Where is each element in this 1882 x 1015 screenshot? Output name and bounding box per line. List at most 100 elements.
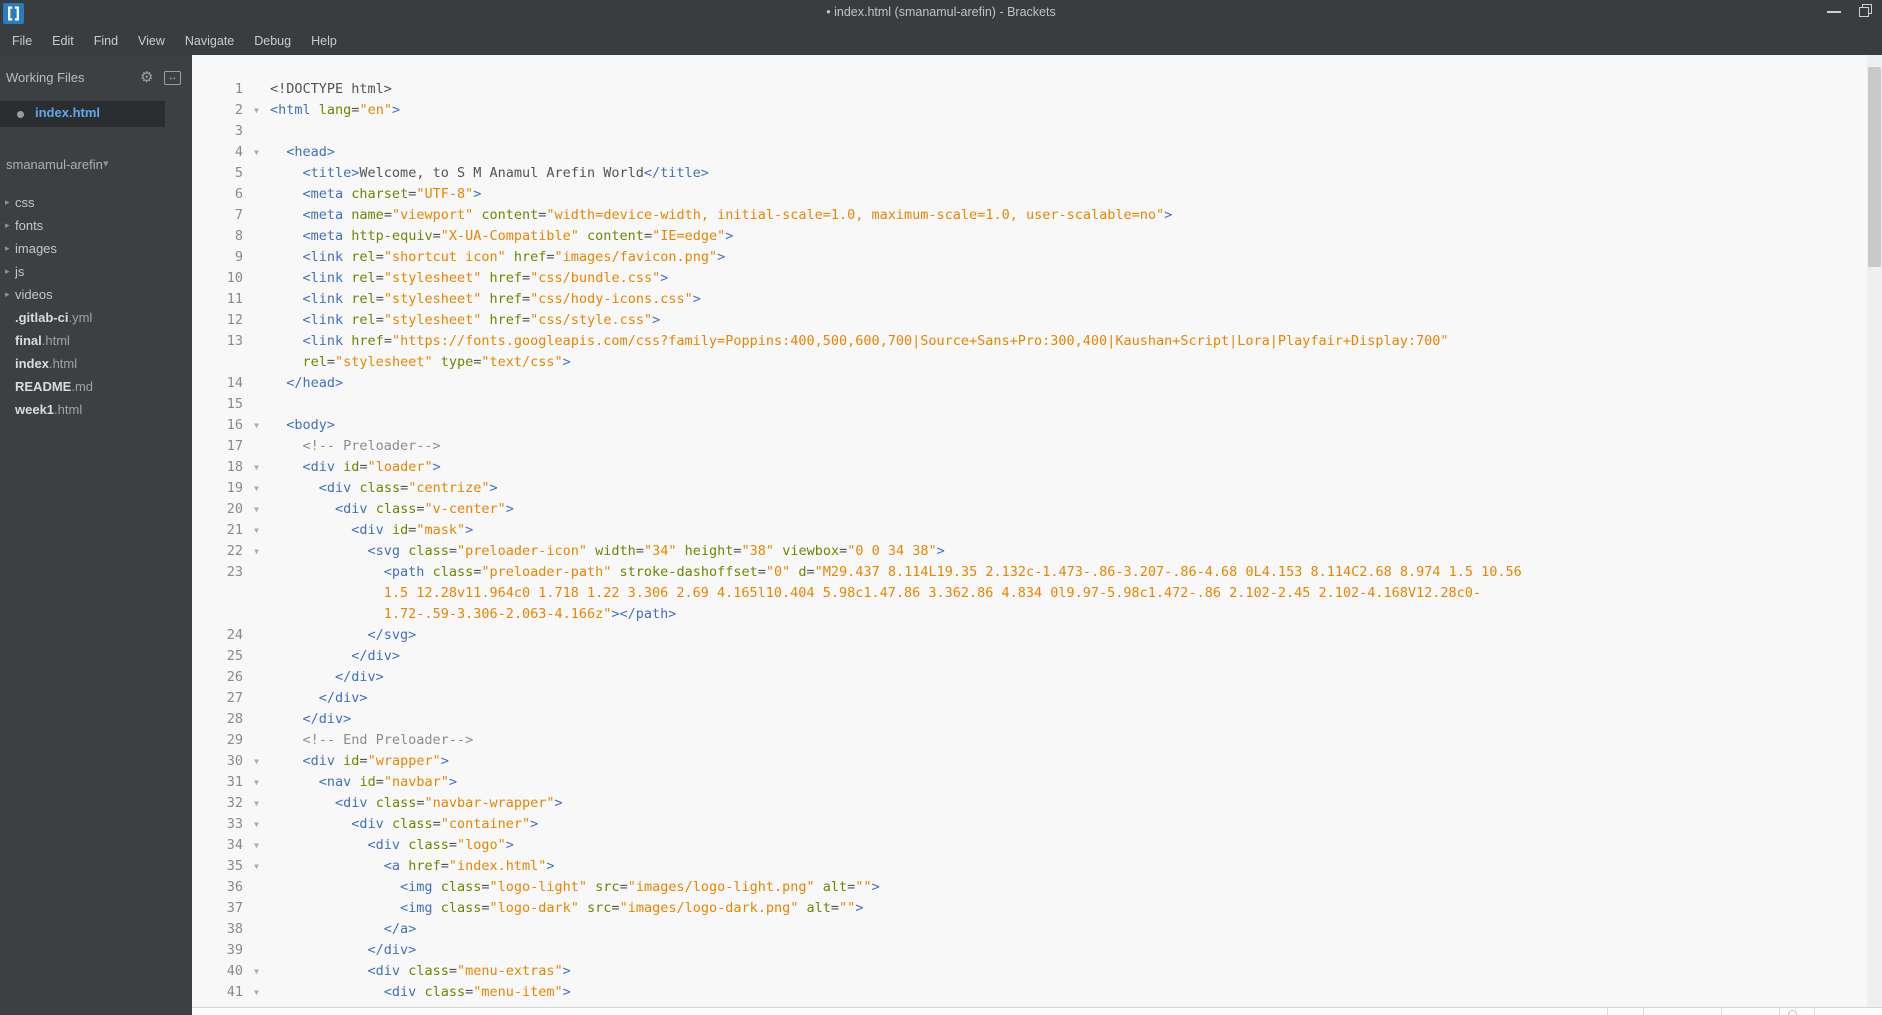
code-line[interactable]: 14 </head> xyxy=(192,373,1882,394)
fold-arrow-icon[interactable]: ▼ xyxy=(243,961,270,982)
tree-file-week1[interactable]: week1.html xyxy=(0,398,192,421)
menu-edit[interactable]: Edit xyxy=(42,28,84,55)
code-line[interactable]: 21 ▼ <div id="mask"> xyxy=(192,520,1882,541)
tree-folder-fonts[interactable]: ▸ fonts xyxy=(0,214,192,237)
fold-arrow-icon[interactable]: ▼ xyxy=(243,499,270,520)
code-line[interactable]: 8 <meta http-equiv="X-UA-Compatible" con… xyxy=(192,226,1882,247)
code-line[interactable]: 1.72-.59-3.306-2.063-4.166z"></path> xyxy=(192,604,1882,625)
code-line[interactable]: 3 xyxy=(192,121,1882,142)
code-line[interactable]: 18 ▼ <div id="loader"> xyxy=(192,457,1882,478)
code-line[interactable]: 29 <!-- End Preloader--> xyxy=(192,730,1882,751)
folder-arrow-icon[interactable]: ▸ xyxy=(5,260,10,283)
code-text: <meta http-equiv="X-UA-Compatible" conte… xyxy=(302,228,734,244)
code-line[interactable]: 17 <!-- Preloader--> xyxy=(192,436,1882,457)
menu-find[interactable]: Find xyxy=(84,28,128,55)
folder-arrow-icon[interactable]: ▸ xyxy=(5,191,10,214)
fold-arrow-icon[interactable]: ▼ xyxy=(243,856,270,877)
code-line[interactable]: 35 ▼ <a href="index.html"> xyxy=(192,856,1882,877)
menu-view[interactable]: View xyxy=(128,28,175,55)
fold-arrow-icon[interactable]: ▼ xyxy=(243,793,270,814)
code-line[interactable]: 4 ▼ <head> xyxy=(192,142,1882,163)
vertical-scrollbar[interactable] xyxy=(1867,55,1882,1007)
tree-folder-css[interactable]: ▸ css xyxy=(0,191,192,214)
code-text: <svg class="preloader-icon" width="34" h… xyxy=(367,543,945,559)
code-line[interactable]: 13 <link href="https://fonts.googleapis.… xyxy=(192,331,1882,352)
restore-button[interactable] xyxy=(1852,0,1880,24)
folder-arrow-icon[interactable]: ▸ xyxy=(5,214,10,237)
fold-arrow-icon[interactable]: ▼ xyxy=(243,142,270,163)
code-line[interactable]: 41 ▼ <div class="menu-item"> xyxy=(192,982,1882,1003)
code-line[interactable]: 20 ▼ <div class="v-center"> xyxy=(192,499,1882,520)
code-line[interactable]: 36 <img class="logo-light" src="images/l… xyxy=(192,877,1882,898)
code-line[interactable]: 15 xyxy=(192,394,1882,415)
code-line[interactable]: 23 <path class="preloader-path" stroke-d… xyxy=(192,562,1882,583)
code-line[interactable]: 32 ▼ <div class="navbar-wrapper"> xyxy=(192,793,1882,814)
tree-file-index[interactable]: index.html xyxy=(0,352,192,375)
fold-arrow-icon[interactable]: ▼ xyxy=(243,100,270,121)
fold-arrow-icon[interactable]: ▼ xyxy=(243,751,270,772)
line-number: 32 xyxy=(226,795,243,811)
code-line[interactable]: 30 ▼ <div id="wrapper"> xyxy=(192,751,1882,772)
folder-arrow-icon[interactable]: ▸ xyxy=(5,237,10,260)
project-dropdown[interactable]: smanamul-arefin ▾ xyxy=(0,155,192,177)
code-line[interactable]: 7 <meta name="viewport" content="width=d… xyxy=(192,205,1882,226)
tree-file-readme[interactable]: README.md xyxy=(0,375,192,398)
minimize-button[interactable] xyxy=(1820,0,1848,24)
code-line[interactable]: 27 </div> xyxy=(192,688,1882,709)
fold-arrow-icon[interactable]: ▼ xyxy=(243,520,270,541)
code-line[interactable]: 22 ▼ <svg class="preloader-icon" width="3… xyxy=(192,541,1882,562)
code-line[interactable]: 12 <link rel="stylesheet" href="css/styl… xyxy=(192,310,1882,331)
project-name: smanamul-arefin xyxy=(6,157,103,172)
code-line[interactable]: 5 <title>Welcome, to S M Anamul Arefin W… xyxy=(192,163,1882,184)
menu-help[interactable]: Help xyxy=(301,28,347,55)
menu-debug[interactable]: Debug xyxy=(244,28,301,55)
menu-file[interactable]: File xyxy=(2,28,42,55)
fold-arrow-icon[interactable]: ▼ xyxy=(243,457,270,478)
gear-icon[interactable]: ⚙ xyxy=(140,68,153,86)
fold-arrow-icon[interactable]: ▼ xyxy=(243,541,270,562)
code-line[interactable]: 38 </a> xyxy=(192,919,1882,940)
tree-file-final[interactable]: final.html xyxy=(0,329,192,352)
split-view-icon[interactable]: ↔ xyxy=(164,71,181,85)
code-line[interactable]: 31 ▼ <nav id="navbar"> xyxy=(192,772,1882,793)
tree-file-gitlab-ci[interactable]: .gitlab-ci.yml xyxy=(0,306,192,329)
code-line[interactable]: 40 ▼ <div class="menu-extras"> xyxy=(192,961,1882,982)
menu-navigate[interactable]: Navigate xyxy=(175,28,244,55)
fold-arrow-icon[interactable]: ▼ xyxy=(243,478,270,499)
gutter: 39 xyxy=(192,940,270,961)
fold-arrow-icon[interactable]: ▼ xyxy=(243,982,270,1003)
code-line[interactable]: 39 </div> xyxy=(192,940,1882,961)
fold-arrow-icon[interactable]: ▼ xyxy=(243,772,270,793)
working-file-index-html[interactable]: index.html xyxy=(0,101,165,127)
code-line[interactable]: 37 <img class="logo-dark" src="images/lo… xyxy=(192,898,1882,919)
code-line[interactable]: 1 <!DOCTYPE html> xyxy=(192,79,1882,100)
code-line[interactable]: 24 </svg> xyxy=(192,625,1882,646)
scrollbar-thumb[interactable] xyxy=(1868,67,1881,267)
code-line[interactable]: 33 ▼ <div class="container"> xyxy=(192,814,1882,835)
fold-arrow-icon[interactable]: ▼ xyxy=(243,814,270,835)
line-number: 40 xyxy=(226,963,243,979)
code-editor[interactable]: 1 <!DOCTYPE html> 2 ▼ <html lang="en"> 3 4 ▼ <h… xyxy=(192,55,1882,1007)
code-line[interactable]: 26 </div> xyxy=(192,667,1882,688)
gutter: 40 ▼ xyxy=(192,961,270,982)
tree-folder-js[interactable]: ▸ js xyxy=(0,260,192,283)
code-line[interactable]: 11 <link rel="stylesheet" href="css/hody… xyxy=(192,289,1882,310)
code-line[interactable]: 1.5 12.28v11.964c0 1.718 1.22 3.306 2.69… xyxy=(192,583,1882,604)
fold-arrow-icon[interactable]: ▼ xyxy=(243,835,270,856)
code-line[interactable]: 10 <link rel="stylesheet" href="css/bund… xyxy=(192,268,1882,289)
code-line[interactable]: 9 <link rel="shortcut icon" href="images… xyxy=(192,247,1882,268)
tree-folder-videos[interactable]: ▸ videos xyxy=(0,283,192,306)
code-line[interactable]: rel="stylesheet" type="text/css"> xyxy=(192,352,1882,373)
code-line[interactable]: 2 ▼ <html lang="en"> xyxy=(192,100,1882,121)
code-line[interactable]: 25 </div> xyxy=(192,646,1882,667)
code-line[interactable]: 16 ▼ <body> xyxy=(192,415,1882,436)
fold-arrow-icon[interactable]: ▼ xyxy=(243,415,270,436)
line-number xyxy=(192,583,243,604)
tree-folder-images[interactable]: ▸ images xyxy=(0,237,192,260)
folder-arrow-icon[interactable]: ▸ xyxy=(5,283,10,306)
code-line[interactable]: 34 ▼ <div class="logo"> xyxy=(192,835,1882,856)
code-line[interactable]: 28 </div> xyxy=(192,709,1882,730)
code-line[interactable]: 6 <meta charset="UTF-8"> xyxy=(192,184,1882,205)
code-line[interactable]: 19 ▼ <div class="centrize"> xyxy=(192,478,1882,499)
